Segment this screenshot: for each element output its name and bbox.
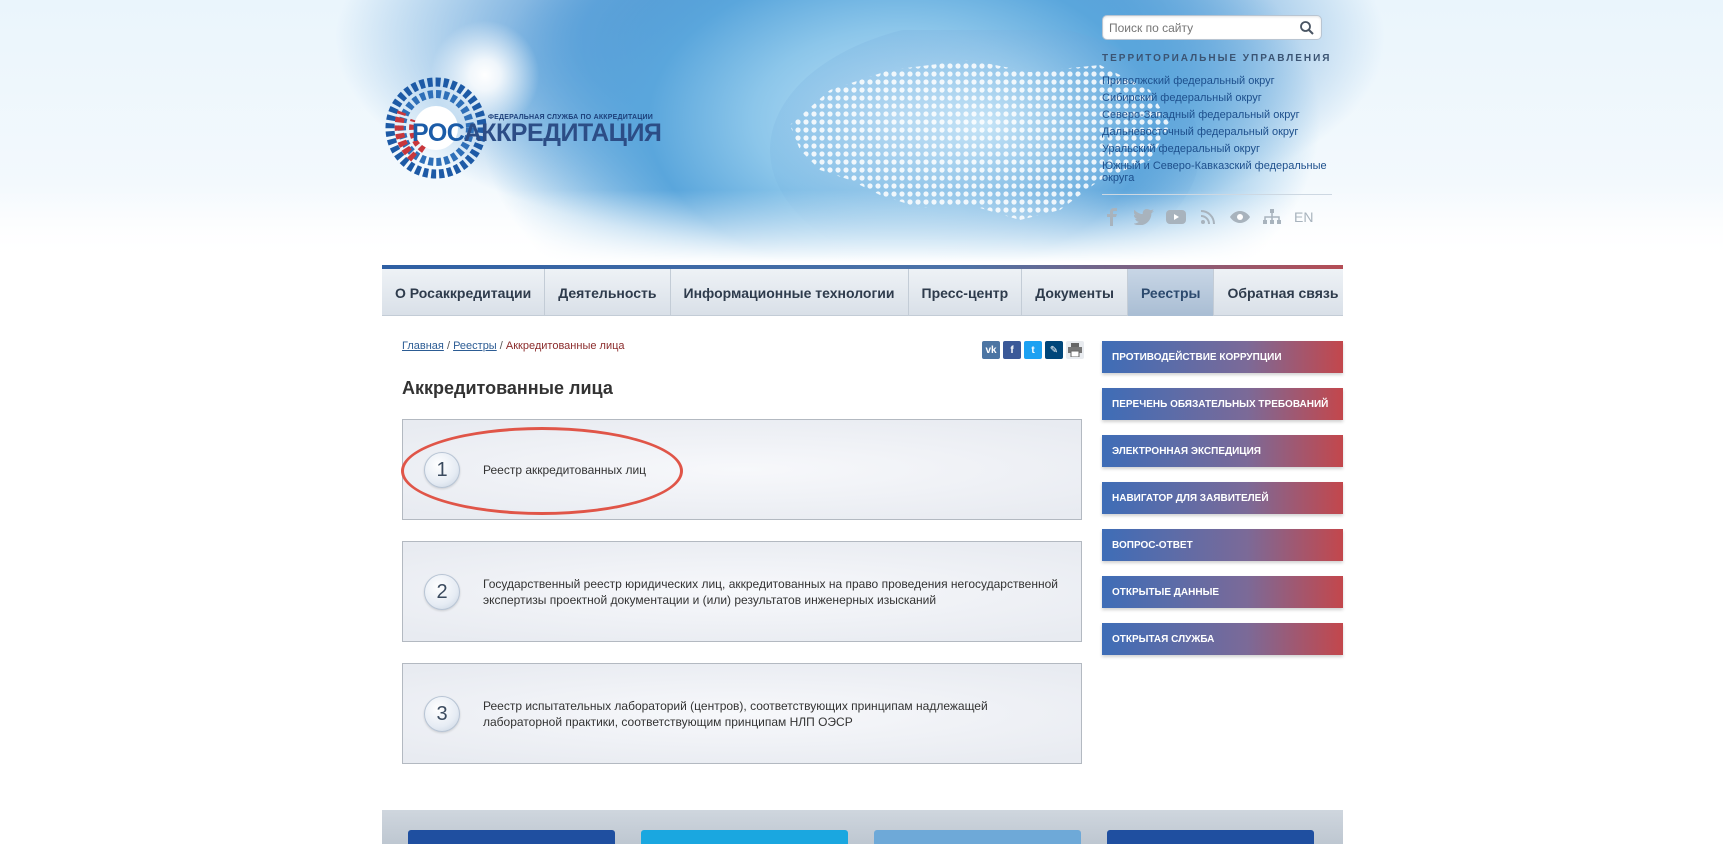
territorial-item[interactable]: Приволжский федеральный округ bbox=[1102, 75, 1332, 87]
nav-item-it[interactable]: Информационные технологии bbox=[671, 269, 909, 316]
territorial-item[interactable]: Уральский федеральный округ bbox=[1102, 143, 1332, 155]
territorial-item[interactable]: Сибирский федеральный округ bbox=[1102, 92, 1332, 104]
header-banner: ФЕДЕРАЛЬНАЯ СЛУЖБА ПО АККРЕДИТАЦИИ РОСАК… bbox=[0, 0, 1723, 262]
logo-title-prefix: РОС bbox=[412, 119, 464, 147]
territorial-title: ТЕРРИТОРИАЛЬНЫЕ УПРАВЛЕНИЯ bbox=[1102, 53, 1332, 64]
logo-title-rest: АККРЕДИТАЦИЯ bbox=[463, 119, 662, 147]
vk-icon[interactable]: vk bbox=[982, 341, 1000, 359]
search-box bbox=[1102, 15, 1322, 40]
breadcrumb-registries-link[interactable]: Реестры bbox=[453, 340, 497, 352]
youtube-icon[interactable] bbox=[1166, 207, 1186, 227]
footer-banner[interactable] bbox=[874, 830, 1081, 844]
main-nav: О Росаккредитации Деятельность Информаци… bbox=[382, 269, 1343, 316]
twitter-icon[interactable] bbox=[1134, 207, 1154, 227]
sidebar-button-open-data[interactable]: ОТКРЫТЫЕ ДАННЫЕ bbox=[1102, 576, 1343, 608]
sidebar-button-anticorruption[interactable]: ПРОТИВОДЕЙСТВИЕ КОРРУПЦИИ bbox=[1102, 341, 1343, 373]
card-link-text[interactable]: Реестр испытательных лабораторий (центро… bbox=[483, 664, 1063, 763]
livejournal-icon[interactable]: ✎ bbox=[1045, 341, 1063, 359]
territorial-item[interactable]: Дальневосточный федеральный округ bbox=[1102, 126, 1332, 138]
nav-item-about[interactable]: О Росаккредитации bbox=[382, 269, 546, 316]
territorial-item[interactable]: Северо-Западный федеральный округ bbox=[1102, 109, 1332, 121]
banner-fade bbox=[0, 190, 1723, 262]
logo-title: РОСАККРЕДИТАЦИЯ bbox=[412, 119, 662, 148]
breadcrumb: Главная / Реестры / Аккредитованные лица bbox=[402, 340, 625, 352]
share-bar: vk f t ✎ bbox=[982, 341, 1084, 359]
registry-card[interactable]: 3 Реестр испытательных лабораторий (цент… bbox=[402, 663, 1082, 764]
page-title: Аккредитованные лица bbox=[402, 378, 613, 398]
breadcrumb-current: Аккредитованные лица bbox=[505, 340, 625, 352]
search-icon[interactable] bbox=[1299, 20, 1315, 36]
eye-icon[interactable] bbox=[1230, 207, 1250, 227]
sidebar-button-open-service[interactable]: ОТКРЫТАЯ СЛУЖБА bbox=[1102, 623, 1343, 655]
card-number: 3 bbox=[424, 696, 460, 732]
search-input[interactable] bbox=[1103, 16, 1293, 39]
breadcrumb-separator: / bbox=[446, 340, 450, 352]
nav-item-activity[interactable]: Деятельность bbox=[545, 269, 671, 316]
language-en-link[interactable]: EN bbox=[1294, 209, 1313, 225]
sidebar: ПРОТИВОДЕЙСТВИЕ КОРРУПЦИИ ПЕРЕЧЕНЬ ОБЯЗА… bbox=[1102, 341, 1343, 670]
card-link-text[interactable]: Государственный реестр юридических лиц, … bbox=[483, 542, 1063, 641]
sidebar-button-requirements[interactable]: ПЕРЕЧЕНЬ ОБЯЗАТЕЛЬНЫХ ТРЕБОВАНИЙ bbox=[1102, 388, 1343, 420]
registry-card[interactable]: 2 Государственный реестр юридических лиц… bbox=[402, 541, 1082, 642]
twitter-icon[interactable]: t bbox=[1024, 341, 1042, 359]
sidebar-button-navigator[interactable]: НАВИГАТОР ДЛЯ ЗАЯВИТЕЛЕЙ bbox=[1102, 482, 1343, 514]
social-divider bbox=[1102, 194, 1332, 195]
card-number: 2 bbox=[424, 574, 460, 610]
nav-item-feedback[interactable]: Обратная связь bbox=[1214, 269, 1351, 316]
print-icon[interactable] bbox=[1066, 341, 1084, 359]
footer-banner[interactable] bbox=[641, 830, 848, 844]
facebook-icon[interactable]: f bbox=[1003, 341, 1021, 359]
nav-item-press[interactable]: Пресс-центр bbox=[909, 269, 1023, 316]
highlight-ellipse bbox=[401, 427, 683, 515]
breadcrumb-home-link[interactable]: Главная bbox=[402, 340, 444, 352]
breadcrumb-separator: / bbox=[499, 340, 503, 352]
territorial-item[interactable]: Южный и Северо-Кавказский федеральные ок… bbox=[1102, 160, 1332, 184]
sitemap-icon[interactable] bbox=[1262, 207, 1282, 227]
nav-item-registries[interactable]: Реестры bbox=[1127, 269, 1215, 316]
page: ФЕДЕРАЛЬНАЯ СЛУЖБА ПО АККРЕДИТАЦИИ РОСАК… bbox=[0, 0, 1723, 844]
facebook-icon[interactable] bbox=[1102, 207, 1122, 227]
sidebar-button-faq[interactable]: ВОПРОС-ОТВЕТ bbox=[1102, 529, 1343, 561]
rss-icon[interactable] bbox=[1198, 207, 1218, 227]
nav-item-documents[interactable]: Документы bbox=[1022, 269, 1128, 316]
footer-banner[interactable] bbox=[1107, 830, 1314, 844]
territorial-list: Приволжский федеральный округ Сибирский … bbox=[1102, 75, 1332, 189]
footer-banner[interactable] bbox=[408, 830, 615, 844]
social-links: EN bbox=[1102, 207, 1313, 227]
footer-banners bbox=[382, 810, 1343, 844]
sidebar-button-e-expedition[interactable]: ЭЛЕКТРОННАЯ ЭКСПЕДИЦИЯ bbox=[1102, 435, 1343, 467]
